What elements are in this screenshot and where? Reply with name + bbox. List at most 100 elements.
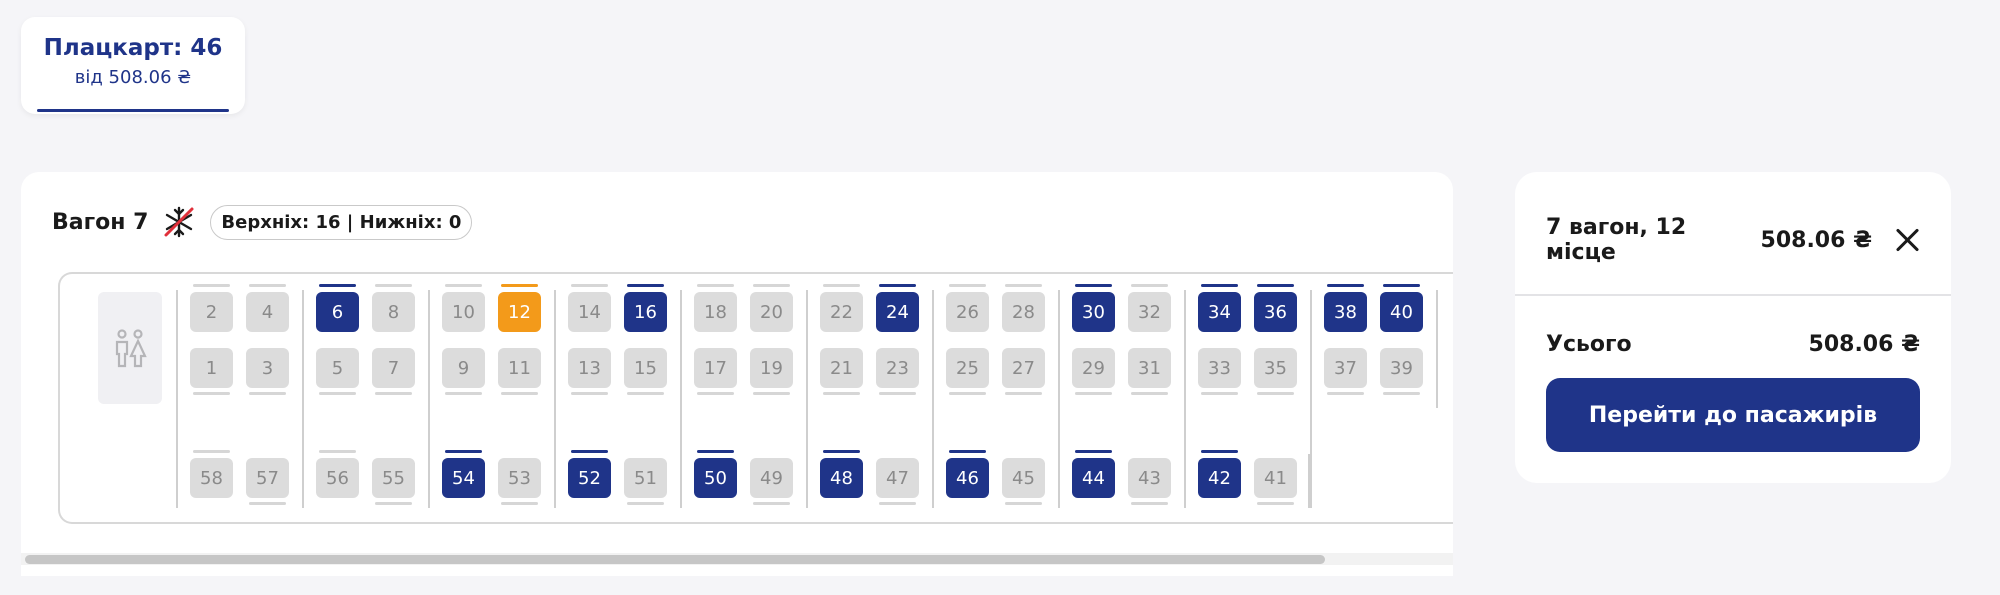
seat-26[interactable]: 26 bbox=[946, 284, 989, 332]
berth-marker bbox=[1327, 284, 1364, 287]
seat-27[interactable]: 27 bbox=[1002, 348, 1045, 395]
seat-5[interactable]: 5 bbox=[316, 348, 359, 395]
seat-36[interactable]: 36 bbox=[1254, 284, 1297, 332]
seat-number: 37 bbox=[1334, 357, 1357, 379]
seat-54[interactable]: 54 bbox=[442, 450, 485, 498]
seat-56[interactable]: 56 bbox=[316, 450, 359, 498]
compartment-divider bbox=[806, 290, 808, 508]
berth-marker bbox=[1201, 284, 1238, 287]
seat-21[interactable]: 21 bbox=[820, 348, 863, 395]
berth-marker bbox=[571, 392, 608, 395]
berth-marker bbox=[445, 392, 482, 395]
seat-number: 28 bbox=[1012, 301, 1035, 323]
class-tab-platzkart[interactable]: Плацкарт: 46 від 508.06 ₴ bbox=[21, 17, 245, 114]
seat-40[interactable]: 40 bbox=[1380, 284, 1423, 332]
seat-number: 30 bbox=[1082, 301, 1105, 323]
seat-number: 16 bbox=[634, 301, 657, 323]
seat-number: 8 bbox=[387, 301, 400, 323]
berth-count-badge: Верхніх: 16 | Нижніх: 0 bbox=[210, 204, 473, 240]
seat-49[interactable]: 49 bbox=[750, 458, 793, 505]
seat-11[interactable]: 11 bbox=[498, 348, 541, 395]
seat-44[interactable]: 44 bbox=[1072, 450, 1115, 498]
scrollbar-thumb[interactable] bbox=[25, 555, 1325, 564]
seat-37[interactable]: 37 bbox=[1324, 348, 1367, 395]
seat-number: 38 bbox=[1334, 301, 1357, 323]
berth-marker bbox=[753, 284, 790, 287]
seat-3[interactable]: 3 bbox=[246, 348, 289, 395]
seat-31[interactable]: 31 bbox=[1128, 348, 1171, 395]
seat-45[interactable]: 45 bbox=[1002, 458, 1045, 505]
seat-13[interactable]: 13 bbox=[568, 348, 611, 395]
seat-number: 44 bbox=[1082, 467, 1105, 489]
horizontal-scrollbar[interactable] bbox=[21, 553, 1453, 565]
seat-4[interactable]: 4 bbox=[246, 284, 289, 332]
berth-marker bbox=[1075, 392, 1112, 395]
seat-number: 48 bbox=[830, 467, 853, 489]
seat-20[interactable]: 20 bbox=[750, 284, 793, 332]
go-to-passengers-button[interactable]: Перейти до пасажирів bbox=[1546, 378, 1920, 452]
seat-number: 42 bbox=[1208, 467, 1231, 489]
seat-52[interactable]: 52 bbox=[568, 450, 611, 498]
seat-43[interactable]: 43 bbox=[1128, 458, 1171, 505]
seat-number: 20 bbox=[760, 301, 783, 323]
seat-23[interactable]: 23 bbox=[876, 348, 919, 395]
seat-48[interactable]: 48 bbox=[820, 450, 863, 498]
seat-25[interactable]: 25 bbox=[946, 348, 989, 395]
compartment-divider bbox=[428, 290, 430, 508]
seat-32[interactable]: 32 bbox=[1128, 284, 1171, 332]
berth-marker bbox=[1131, 392, 1168, 395]
seat-16[interactable]: 16 bbox=[624, 284, 667, 332]
seat-number: 24 bbox=[886, 301, 909, 323]
berth-marker bbox=[1257, 502, 1294, 505]
seat-28[interactable]: 28 bbox=[1002, 284, 1045, 332]
compartment-divider bbox=[1308, 454, 1310, 508]
seat-38[interactable]: 38 bbox=[1324, 284, 1367, 332]
divider bbox=[1515, 294, 1951, 296]
seat-41[interactable]: 41 bbox=[1254, 458, 1297, 505]
seat-number: 9 bbox=[457, 357, 470, 379]
seat-47[interactable]: 47 bbox=[876, 458, 919, 505]
seat-number: 6 bbox=[331, 301, 344, 323]
berth-marker bbox=[1075, 450, 1112, 453]
seat-7[interactable]: 7 bbox=[372, 348, 415, 395]
berth-marker bbox=[697, 284, 734, 287]
seat-19[interactable]: 19 bbox=[750, 348, 793, 395]
berth-marker bbox=[193, 392, 230, 395]
seat-58[interactable]: 58 bbox=[190, 450, 233, 498]
seat-1[interactable]: 1 bbox=[190, 348, 233, 395]
seat-15[interactable]: 15 bbox=[624, 348, 667, 395]
seat-34[interactable]: 34 bbox=[1198, 284, 1241, 332]
wagon-scheme: 2 4 1 3 58 57 6 8 5 7 56 55 10 12 9 11 54 53 14 16 13 15 52 51 1… bbox=[58, 272, 1453, 524]
seat-29[interactable]: 29 bbox=[1072, 348, 1115, 395]
seat-9[interactable]: 9 bbox=[442, 348, 485, 395]
seat-50[interactable]: 50 bbox=[694, 450, 737, 498]
seat-33[interactable]: 33 bbox=[1198, 348, 1241, 395]
berth-marker bbox=[571, 450, 608, 453]
seat-30[interactable]: 30 bbox=[1072, 284, 1115, 332]
seat-2[interactable]: 2 bbox=[190, 284, 233, 332]
seat-51[interactable]: 51 bbox=[624, 458, 667, 505]
berth-marker bbox=[823, 284, 860, 287]
seat-18[interactable]: 18 bbox=[694, 284, 737, 332]
seat-39[interactable]: 39 bbox=[1380, 348, 1423, 395]
berth-marker bbox=[823, 392, 860, 395]
seat-35[interactable]: 35 bbox=[1254, 348, 1297, 395]
seat-53[interactable]: 53 bbox=[498, 458, 541, 505]
seat-55[interactable]: 55 bbox=[372, 458, 415, 505]
seat-8[interactable]: 8 bbox=[372, 284, 415, 332]
seat-24[interactable]: 24 bbox=[876, 284, 919, 332]
close-icon[interactable] bbox=[1894, 227, 1920, 253]
berth-marker bbox=[1257, 284, 1294, 287]
seat-12[interactable]: 12 bbox=[498, 284, 541, 332]
seat-46[interactable]: 46 bbox=[946, 450, 989, 498]
seat-17[interactable]: 17 bbox=[694, 348, 737, 395]
seat-57[interactable]: 57 bbox=[246, 458, 289, 505]
seat-42[interactable]: 42 bbox=[1198, 450, 1241, 498]
seat-22[interactable]: 22 bbox=[820, 284, 863, 332]
seat-number: 18 bbox=[704, 301, 727, 323]
berth-marker bbox=[319, 284, 356, 287]
seat-6[interactable]: 6 bbox=[316, 284, 359, 332]
seat-14[interactable]: 14 bbox=[568, 284, 611, 332]
seat-10[interactable]: 10 bbox=[442, 284, 485, 332]
seat-number: 43 bbox=[1138, 467, 1161, 489]
